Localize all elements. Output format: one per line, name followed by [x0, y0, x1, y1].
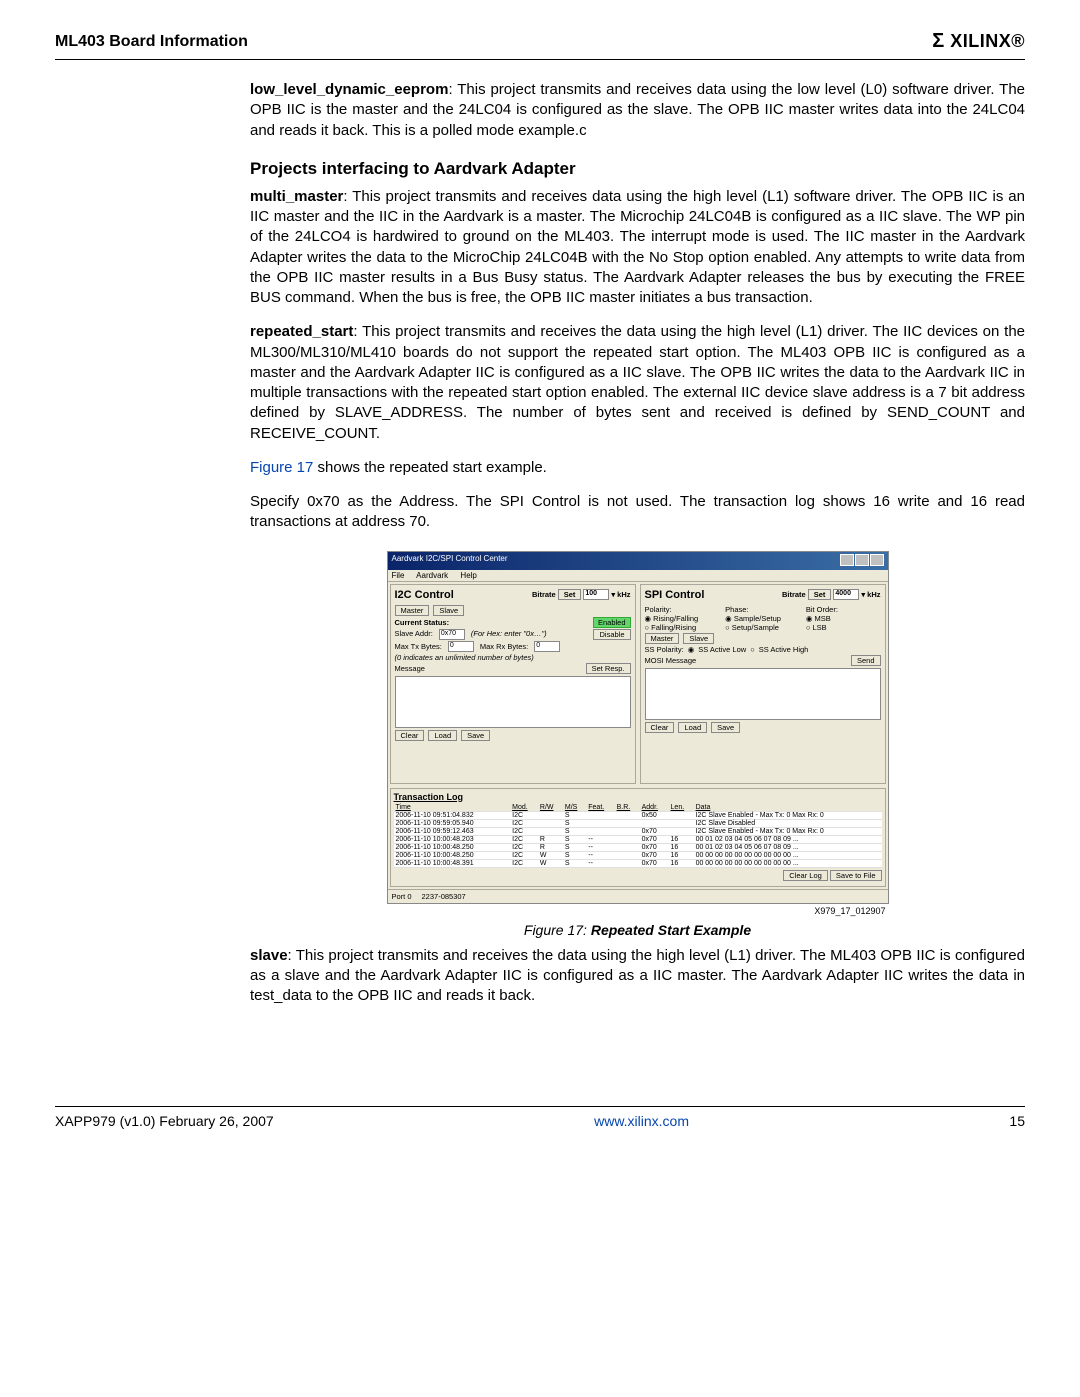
txlog-header: Len.	[669, 804, 694, 812]
header-title: ML403 Board Information	[55, 33, 248, 51]
footer-page-number: 15	[1009, 1113, 1025, 1129]
disable-button[interactable]: Disable	[593, 629, 630, 640]
txlog-header: R/W	[538, 804, 563, 812]
i2c-load-button[interactable]: Load	[428, 730, 457, 741]
status-bar: Port 0 2237-085307	[388, 889, 888, 903]
menu-file[interactable]: File	[392, 571, 405, 580]
figure-17-link[interactable]: Figure 17	[250, 459, 313, 476]
current-status-label: Current Status:	[395, 618, 450, 627]
table-row: 2006-11-10 09:59:05.940I2CSI2C Slave Dis…	[394, 819, 882, 827]
spi-save-button[interactable]: Save	[711, 722, 740, 733]
txlog-header: Mod.	[510, 804, 538, 812]
page-header: ML403 Board Information Σ XILINX®	[55, 30, 1025, 60]
i2c-bitrate-input[interactable]: 100	[583, 589, 609, 600]
footer-url[interactable]: www.xilinx.com	[594, 1113, 689, 1129]
spi-tabs[interactable]: Master Slave	[645, 633, 881, 644]
enabled-badge: Enabled	[593, 617, 631, 628]
menubar[interactable]: File Aardvark Help	[388, 570, 888, 582]
i2c-tabs[interactable]: Master Slave	[395, 605, 631, 616]
txlog-header: M/S	[563, 804, 586, 812]
table-row: 2006-11-10 10:00:48.203I2CRS--0x701600 0…	[394, 835, 882, 843]
txlog-header: Data	[694, 804, 882, 812]
clear-log-button[interactable]: Clear Log	[783, 870, 828, 881]
save-to-file-button[interactable]: Save to File	[830, 870, 882, 881]
para-slave: slave: This project transmits and receiv…	[250, 946, 1025, 1007]
window-control-icons[interactable]	[839, 554, 884, 568]
i2c-message-textbox[interactable]	[395, 676, 631, 728]
i2c-panel: I2C Control Bitrate Set 100▾ kHz Master …	[390, 584, 636, 784]
i2c-clear-button[interactable]: Clear	[395, 730, 425, 741]
window-title: Aardvark I2C/SPI Control Center	[392, 554, 508, 568]
txlog-header: B.R.	[615, 804, 640, 812]
spi-send-button[interactable]: Send	[851, 655, 881, 666]
i2c-save-button[interactable]: Save	[461, 730, 490, 741]
txlog-header: Time	[394, 804, 511, 812]
body-column: low_level_dynamic_eeprom: This project t…	[250, 80, 1025, 1006]
table-row: 2006-11-10 10:00:48.250I2CWS--0x701600 0…	[394, 851, 882, 859]
xilinx-logo: Σ XILINX®	[932, 30, 1025, 53]
i2c-title: I2C Control	[395, 589, 454, 601]
footer-doc-id: XAPP979 (v1.0) February 26, 2007	[55, 1113, 274, 1129]
para-fig-ref: Figure 17 shows the repeated start examp…	[250, 458, 1025, 478]
para-low-level: low_level_dynamic_eeprom: This project t…	[250, 80, 1025, 141]
table-row: 2006-11-10 09:59:12.463I2CS0x70I2C Slave…	[394, 827, 882, 835]
transaction-log: Transaction Log TimeMod.R/WM/SFeat.B.R.A…	[390, 788, 886, 887]
page-footer: XAPP979 (v1.0) February 26, 2007 www.xil…	[55, 1106, 1025, 1129]
txlog-header: Feat.	[586, 804, 614, 812]
para-specify: Specify 0x70 as the Address. The SPI Con…	[250, 492, 1025, 533]
i2c-set-button[interactable]: Set	[558, 589, 582, 600]
menu-aardvark[interactable]: Aardvark	[416, 571, 448, 580]
table-row: 2006-11-10 10:00:48.391I2CWS--0x701600 0…	[394, 859, 882, 867]
spi-panel: SPI Control Bitrate Set 4000▾ kHz Polari…	[640, 584, 886, 784]
txlog-header: Addr.	[640, 804, 669, 812]
set-resp-button[interactable]: Set Resp.	[586, 663, 631, 674]
para-repeated-start: repeated_start: This project transmits a…	[250, 322, 1025, 444]
figure-caption: Figure 17: Repeated Start Example	[250, 922, 1025, 938]
txlog-table: TimeMod.R/WM/SFeat.B.R.Addr.Len.Data 200…	[394, 804, 882, 868]
slave-addr-input[interactable]: 0x70	[439, 629, 465, 640]
logo-glyph: Σ	[932, 30, 945, 52]
figure-id: X979_17_012907	[386, 904, 890, 916]
table-row: 2006-11-10 09:51:04.832I2CS0x50I2C Slave…	[394, 811, 882, 819]
spi-load-button[interactable]: Load	[678, 722, 707, 733]
spi-bitrate-input[interactable]: 4000	[833, 589, 859, 600]
para-multi-master: multi_master: This project transmits and…	[250, 187, 1025, 309]
table-row: 2006-11-10 10:00:48.250I2CRS--0x701600 0…	[394, 843, 882, 851]
spi-message-textbox[interactable]	[645, 668, 881, 720]
menu-help[interactable]: Help	[460, 571, 476, 580]
spi-set-button[interactable]: Set	[808, 589, 832, 600]
window-titlebar: Aardvark I2C/SPI Control Center	[388, 552, 888, 570]
spi-title: SPI Control	[645, 589, 705, 601]
section-heading-aardvark: Projects interfacing to Aardvark Adapter	[250, 159, 1025, 179]
aardvark-window: Aardvark I2C/SPI Control Center File Aar…	[387, 551, 889, 904]
figure-17: Aardvark I2C/SPI Control Center File Aar…	[250, 551, 1025, 938]
spi-clear-button[interactable]: Clear	[645, 722, 675, 733]
